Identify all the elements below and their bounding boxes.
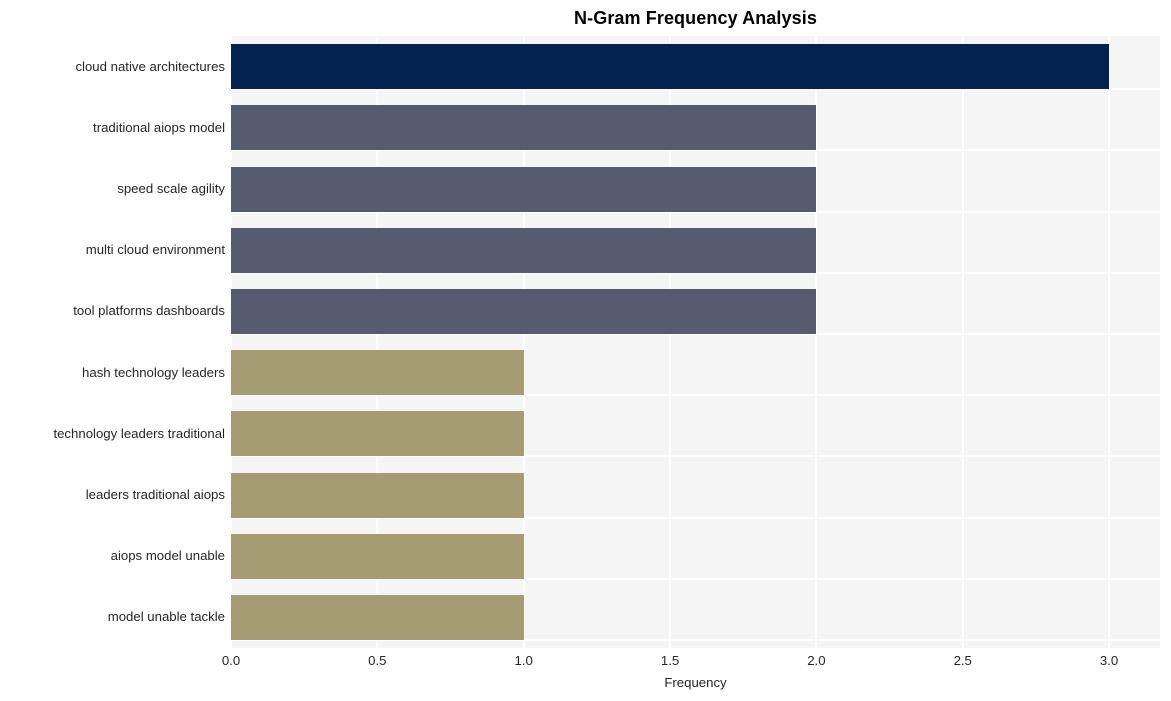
x-axis-tick-label: 2.0 [807, 653, 826, 668]
chart-figure: N-Gram Frequency Analysis cloud native a… [0, 0, 1171, 701]
x-axis-tick-labels: 0.0 0.5 1.0 1.5 2.0 2.5 3.0 [222, 648, 1160, 674]
x-axis-tick-label: 1.0 [514, 653, 533, 668]
gridline-vertical [961, 36, 964, 648]
bar [231, 288, 817, 334]
bar [231, 472, 524, 518]
y-axis-tick-labels: cloud native architectures traditional ai… [0, 36, 225, 648]
y-axis-tick-label: cloud native architectures [75, 58, 225, 74]
bar [231, 166, 817, 212]
y-axis-tick-label: tool platforms dashboards [73, 303, 225, 319]
y-axis-tick-label: technology leaders traditional [53, 425, 225, 441]
y-axis-tick-label: hash technology leaders [82, 364, 225, 380]
y-axis-tick-label: model unable tackle [107, 609, 225, 625]
chart-title: N-Gram Frequency Analysis [574, 8, 817, 28]
x-axis-label: Frequency [664, 675, 727, 690]
x-axis-tick-label: 2.5 [953, 653, 972, 668]
y-axis-tick-label: aiops model unable [110, 548, 225, 564]
bar [231, 227, 817, 273]
x-axis-tick-label: 3.0 [1099, 653, 1119, 668]
gridline-vertical [1108, 36, 1111, 648]
bar [231, 533, 524, 579]
bar [231, 411, 524, 457]
bar [231, 350, 524, 396]
bar [231, 44, 1110, 90]
y-axis-tick-label: leaders traditional aiops [85, 487, 225, 502]
x-axis-tick-label: 1.5 [660, 653, 680, 668]
y-axis-tick-label: speed scale agility [117, 181, 225, 196]
bar [231, 594, 524, 640]
y-axis-tick-label: traditional aiops model [93, 119, 225, 135]
x-axis-tick-label: 0.5 [368, 653, 387, 668]
plot-area [230, 36, 1160, 648]
bar [231, 105, 817, 151]
x-axis-tick-label: 0.0 [221, 653, 241, 668]
y-axis-tick-label: multi cloud environment [85, 242, 225, 258]
